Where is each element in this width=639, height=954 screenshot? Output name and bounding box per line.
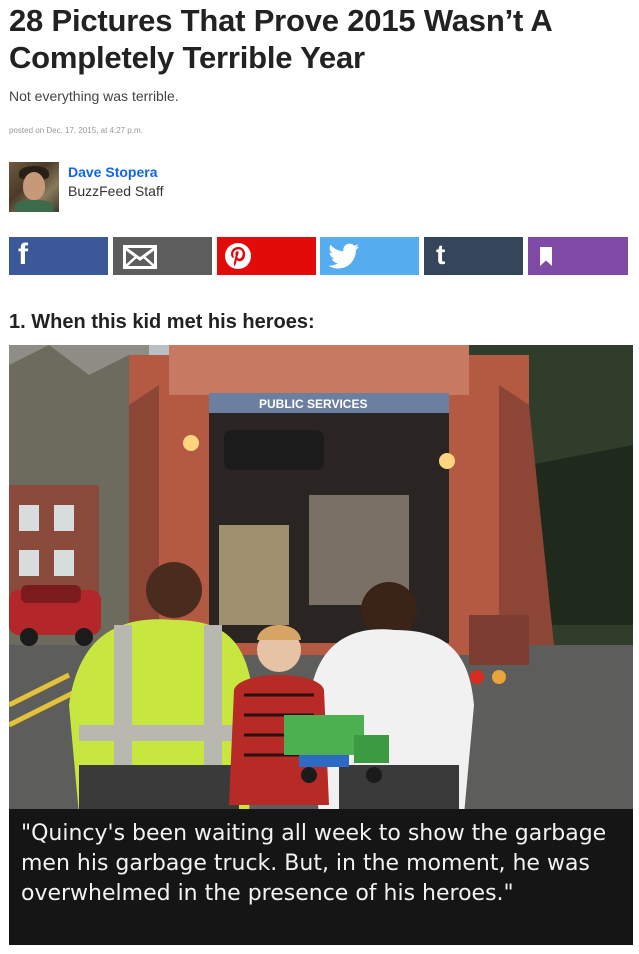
share-facebook-button[interactable]: f <box>9 237 108 275</box>
caption-overlay: "Quincy's been waiting all week to show … <box>9 809 633 945</box>
author-name-link[interactable]: Dave Stopera <box>68 164 157 180</box>
facebook-icon: f <box>18 238 28 271</box>
tumblr-icon: t <box>436 239 446 270</box>
truck-sign-text: PUBLIC SERVICES <box>259 397 367 411</box>
author-role: BuzzFeed Staff <box>68 183 164 199</box>
envelope-icon <box>123 245 157 269</box>
article-subtitle: Not everything was terrible. <box>9 88 179 104</box>
author-avatar[interactable] <box>9 162 59 212</box>
bookmark-button[interactable] <box>528 237 628 275</box>
posted-timestamp: posted on Dec. 17, 2015, at 4:27 p.m. <box>9 126 143 135</box>
photo-caption: "Quincy's been waiting all week to show … <box>21 821 607 906</box>
article-title: 28 Pictures That Prove 2015 Wasn’t A Com… <box>9 3 552 75</box>
article-photo[interactable]: PUBLIC SERVICES "Quincy's been waiting a… <box>9 345 633 945</box>
share-tumblr-button[interactable]: t <box>424 237 523 275</box>
pinterest-icon <box>225 243 251 269</box>
share-twitter-button[interactable] <box>320 237 419 275</box>
bird-icon <box>328 243 359 269</box>
bookmark-icon <box>540 247 552 266</box>
share-pinterest-button[interactable] <box>217 237 316 275</box>
list-item-heading: 1. When this kid met his heroes: <box>9 311 315 333</box>
share-email-button[interactable] <box>113 237 212 275</box>
author-byline: Dave Stopera BuzzFeed Staff <box>9 162 309 214</box>
